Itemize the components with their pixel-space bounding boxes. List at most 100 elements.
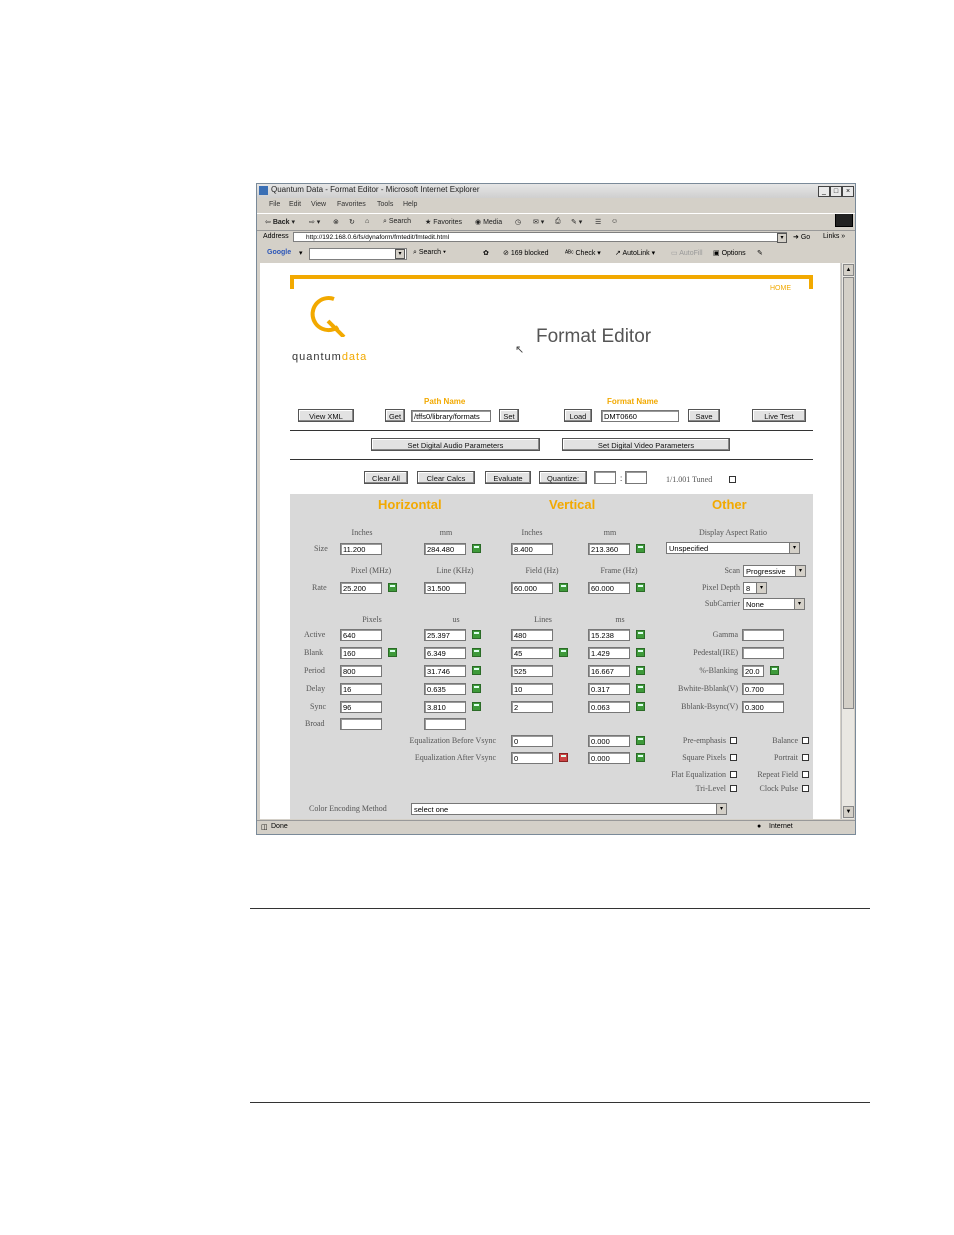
active-ms-input[interactable]: 15.238 — [588, 629, 630, 641]
clear-all-button[interactable]: Clear All — [364, 471, 408, 484]
go-button[interactable]: ➜ Go — [793, 233, 810, 241]
blanking-input[interactable]: 20.0 — [742, 665, 764, 677]
history-icon[interactable]: ◷ — [515, 218, 521, 226]
minimize-icon[interactable]: _ — [818, 186, 830, 197]
home-link[interactable]: HOME — [770, 285, 791, 292]
calc-icon[interactable] — [472, 630, 481, 639]
forward-icon[interactable]: ⇨ ▾ — [309, 218, 320, 226]
calc-icon[interactable] — [559, 583, 568, 592]
blank-pixels-input[interactable]: 160 — [340, 647, 382, 659]
eq-after-lines-input[interactable]: 0 — [511, 752, 553, 764]
set-digital-video-button[interactable]: Set Digital Video Parameters — [562, 438, 730, 451]
broad-us-input[interactable] — [424, 718, 466, 730]
calc-icon[interactable] — [770, 666, 779, 675]
broad-pixels-input[interactable] — [340, 718, 382, 730]
menu-tools[interactable]: Tools — [377, 201, 393, 208]
quantize-button[interactable]: Quantize: — [539, 471, 587, 484]
google-input-dropdown-icon[interactable]: ▾ — [395, 249, 405, 259]
tuned-checkbox[interactable] — [729, 476, 736, 483]
tri-level-checkbox[interactable] — [730, 785, 737, 792]
home-icon[interactable]: ⌂ — [365, 218, 369, 225]
quantize-input-1[interactable] — [594, 471, 616, 484]
eq-before-ms-input[interactable]: 0.000 — [588, 735, 630, 747]
calc-icon[interactable] — [472, 666, 481, 675]
links-button[interactable]: Links » — [823, 233, 845, 240]
active-us-input[interactable]: 25.397 — [424, 629, 466, 641]
quantize-input-2[interactable] — [625, 471, 647, 484]
autofill-button[interactable]: ▭ AutoFill — [671, 249, 703, 257]
calc-icon[interactable] — [636, 702, 645, 711]
portrait-checkbox[interactable] — [802, 754, 809, 761]
load-button[interactable]: Load — [564, 409, 592, 422]
bwhite-bblank-input[interactable]: 0.700 — [742, 683, 784, 695]
calc-icon[interactable] — [559, 753, 568, 762]
format-name-input[interactable]: DMT0660 — [601, 410, 679, 422]
flat-equalization-checkbox[interactable] — [730, 771, 737, 778]
scroll-thumb[interactable] — [843, 277, 854, 709]
calc-icon[interactable] — [636, 648, 645, 657]
address-input[interactable]: http://192.168.0.6/fs/dynaform/fmtedit/f… — [293, 232, 787, 242]
scan-select[interactable]: Progressive ▾ — [743, 565, 806, 577]
address-dropdown-icon[interactable]: ▾ — [777, 233, 787, 243]
google-search-input[interactable] — [309, 248, 407, 260]
stop-icon[interactable]: ⊗ — [333, 218, 339, 226]
pedestal-input[interactable] — [742, 647, 784, 659]
pixel-depth-select[interactable]: 8 ▾ — [743, 582, 767, 594]
pixel-rate-input[interactable]: 25.200 — [340, 582, 382, 594]
period-us-input[interactable]: 31.746 — [424, 665, 466, 677]
square-pixels-checkbox[interactable] — [730, 754, 737, 761]
scroll-down-icon[interactable]: ▼ — [843, 806, 854, 818]
menu-help[interactable]: Help — [403, 201, 417, 208]
bblank-bsync-input[interactable]: 0.300 — [742, 701, 784, 713]
eq-after-ms-input[interactable]: 0.000 — [588, 752, 630, 764]
save-button[interactable]: Save — [688, 409, 720, 422]
menu-favorites[interactable]: Favorites — [337, 201, 366, 208]
calc-icon[interactable] — [388, 648, 397, 657]
maximize-icon[interactable]: □ — [830, 186, 842, 197]
field-rate-input[interactable]: 60.000 — [511, 582, 553, 594]
pencil-icon[interactable]: ✎ — [757, 249, 763, 257]
calc-icon[interactable] — [636, 684, 645, 693]
sync-ms-input[interactable]: 0.063 — [588, 701, 630, 713]
discuss-icon[interactable]: ☰ — [595, 218, 601, 226]
spellcheck-button[interactable]: ᴬᴮᶜ Check ▾ — [565, 249, 601, 257]
calc-icon[interactable] — [636, 583, 645, 592]
period-ms-input[interactable]: 16.667 — [588, 665, 630, 677]
calc-icon[interactable] — [472, 544, 481, 553]
clear-calcs-button[interactable]: Clear Calcs — [417, 471, 475, 484]
get-button[interactable]: Get — [385, 409, 405, 422]
active-lines-input[interactable]: 480 — [511, 629, 553, 641]
pre-emphasis-checkbox[interactable] — [730, 737, 737, 744]
calc-icon[interactable] — [472, 684, 481, 693]
mail-icon[interactable]: ✉ ▾ — [533, 218, 544, 226]
autolink-button[interactable]: ↗ AutoLink ▾ — [615, 249, 655, 257]
eq-before-lines-input[interactable]: 0 — [511, 735, 553, 747]
h-inches-input[interactable]: 11.200 — [340, 543, 382, 555]
news-icon[interactable]: ✿ — [483, 249, 489, 257]
period-pixels-input[interactable]: 800 — [340, 665, 382, 677]
delay-ms-input[interactable]: 0.317 — [588, 683, 630, 695]
line-rate-input[interactable]: 31.500 — [424, 582, 466, 594]
options-button[interactable]: ▣ Options — [713, 249, 746, 257]
sync-us-input[interactable]: 3.810 — [424, 701, 466, 713]
calc-icon[interactable] — [472, 648, 481, 657]
color-encoding-select[interactable]: select one ▾ — [411, 803, 727, 815]
media-button[interactable]: ◉ Media — [475, 218, 502, 226]
calc-icon[interactable] — [559, 648, 568, 657]
active-pixels-input[interactable]: 640 — [340, 629, 382, 641]
print-icon[interactable]: ⎙ — [555, 218, 561, 226]
path-name-input[interactable]: /tffs0/library/formats — [411, 410, 491, 422]
period-lines-input[interactable]: 525 — [511, 665, 553, 677]
close-icon[interactable]: × — [842, 186, 854, 197]
menu-edit[interactable]: Edit — [289, 201, 301, 208]
delay-pixels-input[interactable]: 16 — [340, 683, 382, 695]
delay-us-input[interactable]: 0.635 — [424, 683, 466, 695]
subcarrier-select[interactable]: None ▾ — [743, 598, 805, 610]
calc-icon[interactable] — [636, 544, 645, 553]
google-menu-dropdown-icon[interactable]: ▾ — [299, 249, 303, 257]
frame-rate-input[interactable]: 60.000 — [588, 582, 630, 594]
repeat-field-checkbox[interactable] — [802, 771, 809, 778]
calc-icon[interactable] — [388, 583, 397, 592]
calc-icon[interactable] — [472, 702, 481, 711]
edit-icon[interactable]: ✎ ▾ — [571, 218, 582, 226]
